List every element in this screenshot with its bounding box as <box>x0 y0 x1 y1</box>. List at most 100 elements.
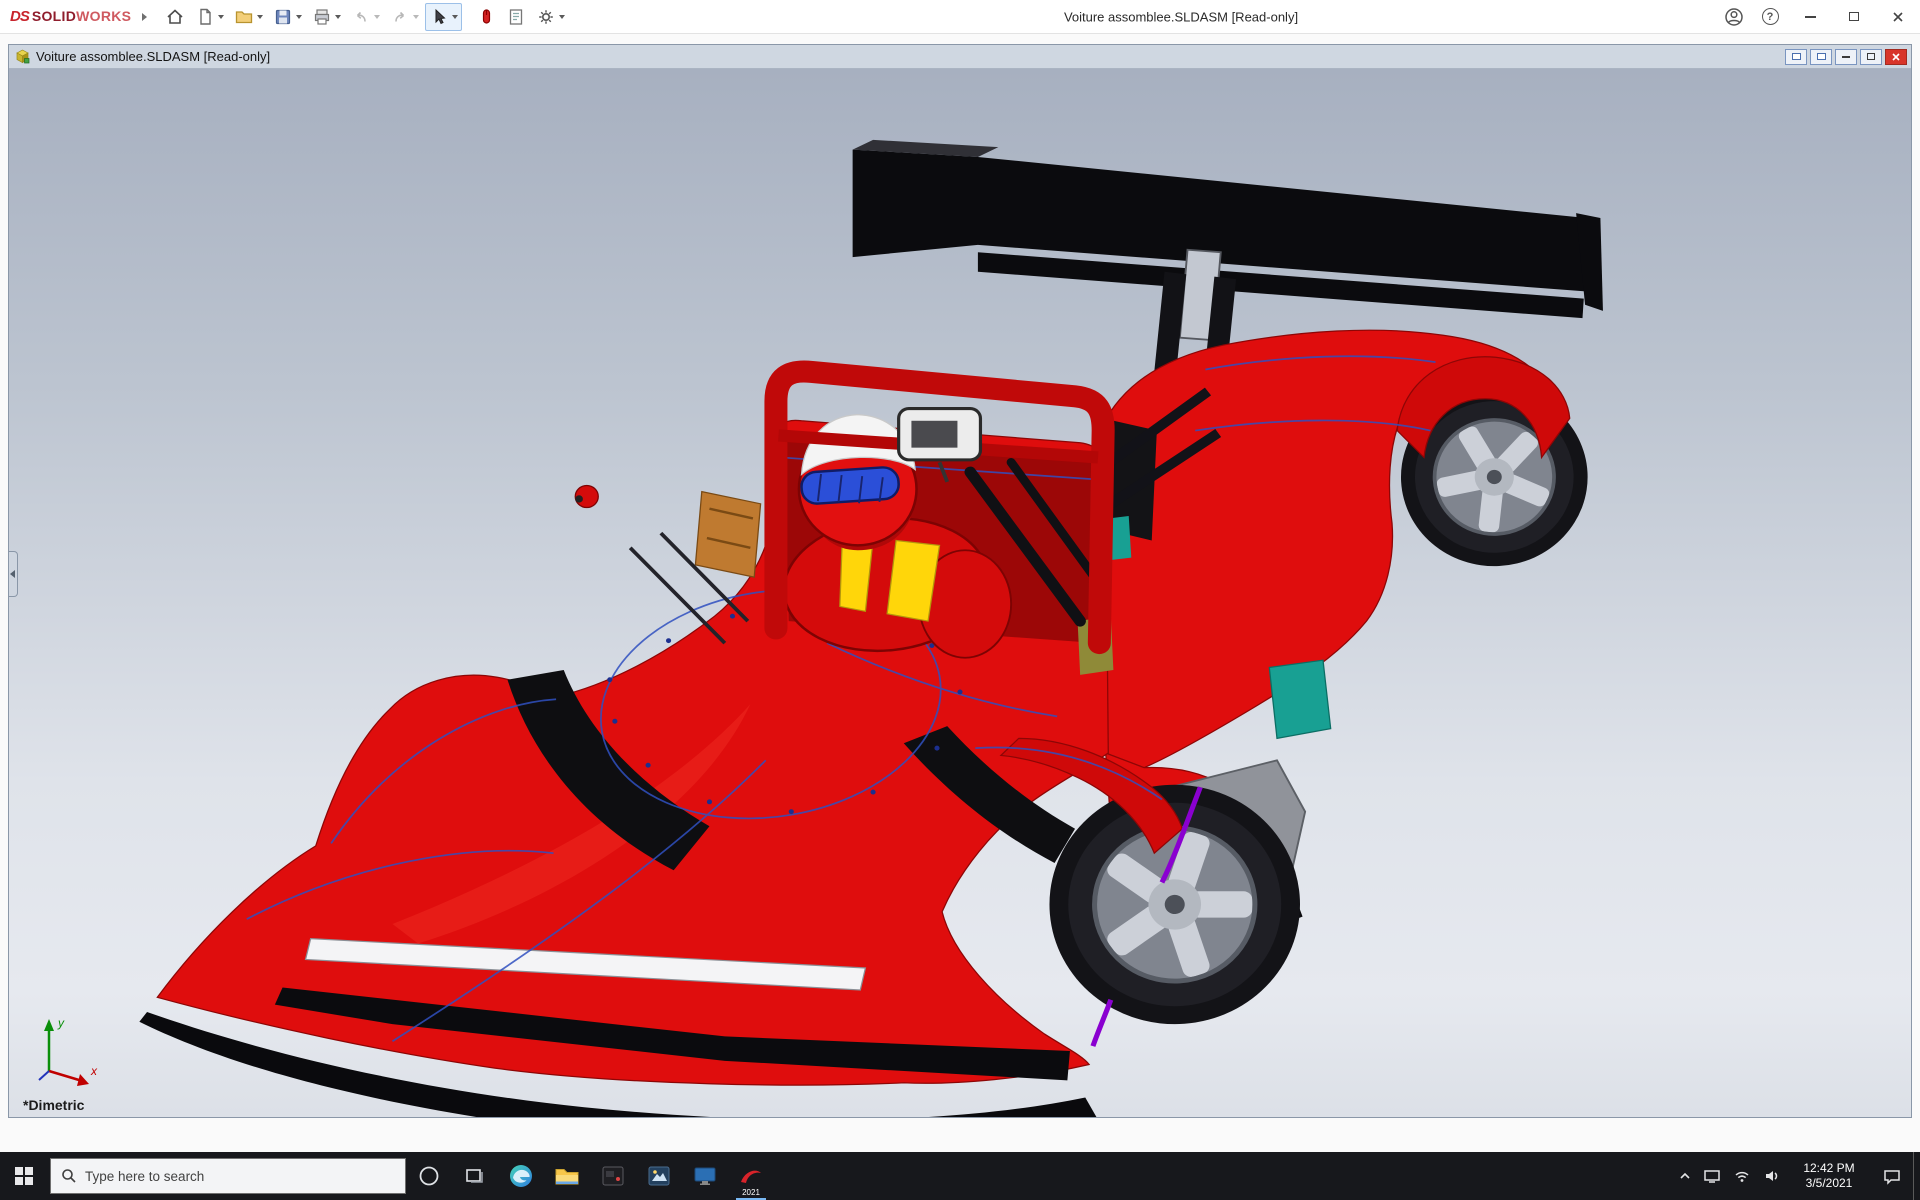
tray-network-button[interactable] <box>1727 1152 1757 1200</box>
minimize-button[interactable] <box>1788 0 1832 34</box>
viewer-app-icon <box>648 1166 670 1186</box>
save-button[interactable] <box>269 3 306 31</box>
redo-button[interactable] <box>386 3 423 31</box>
home-icon <box>167 8 183 24</box>
new-window-icon <box>1816 53 1826 60</box>
quick-access-toolbar <box>161 2 569 31</box>
dropdown-caret-icon[interactable] <box>374 14 381 19</box>
app-icon-media[interactable] <box>590 1152 636 1200</box>
cortana-icon <box>419 1166 439 1186</box>
task-view-button[interactable] <box>452 1152 498 1200</box>
wifi-icon <box>1735 1171 1749 1182</box>
help-icon: ? <box>1761 8 1779 25</box>
search-input[interactable] <box>85 1168 395 1184</box>
doc-minimize-button[interactable] <box>1835 48 1857 65</box>
account-icon <box>1725 7 1743 26</box>
car-3d-model[interactable] <box>9 69 1911 1117</box>
dropdown-caret-icon[interactable] <box>296 14 303 19</box>
help-button[interactable]: ? <box>1752 0 1788 34</box>
x-axis-label: x <box>90 1064 98 1078</box>
show-desktop-button[interactable] <box>1913 1152 1920 1200</box>
redo-icon <box>395 11 405 22</box>
maximize-button[interactable] <box>1832 0 1876 34</box>
radiator-panel <box>694 490 762 578</box>
open-button[interactable] <box>230 3 267 31</box>
brand-works: WORKS <box>76 7 132 24</box>
screen: DS SOLIDWORKS Voiture assomblee.SLDASM [… <box>0 0 1920 1200</box>
viewport-3d[interactable]: y x *Dimetric <box>9 69 1911 1117</box>
maximize-icon <box>1849 12 1859 21</box>
undo-icon <box>357 11 367 22</box>
clock-time: 12:42 PM <box>1803 1161 1855 1175</box>
tray-monitor-button[interactable] <box>1697 1152 1727 1200</box>
view-orientation-label: *Dimetric <box>23 1097 85 1113</box>
app-icon-display[interactable] <box>682 1152 728 1200</box>
z-axis-arrow <box>38 1070 50 1081</box>
document-title: Voiture assomblee.SLDASM [Read-only] <box>36 49 271 64</box>
sidepod-vent <box>1268 659 1332 740</box>
system-tray: 12:42 PM 3/5/2021 <box>1673 1152 1920 1200</box>
notification-icon <box>1884 1169 1900 1185</box>
tray-expand-button[interactable] <box>1673 1152 1697 1200</box>
assembly-document-icon <box>16 49 30 64</box>
close-icon <box>1893 11 1903 22</box>
new-document-icon <box>200 8 211 25</box>
taskbar: 2021 12:42 PM <box>0 1152 1920 1200</box>
search-icon <box>62 1169 76 1183</box>
doc-pane-layout-button[interactable] <box>1785 48 1807 65</box>
select-tool-button[interactable] <box>425 2 463 31</box>
options-button[interactable] <box>532 3 569 31</box>
orientation-triad: y x <box>38 1016 98 1086</box>
task-view-icon <box>466 1169 483 1183</box>
start-button[interactable] <box>0 1152 48 1200</box>
home-button[interactable] <box>161 3 189 31</box>
file-properties-button[interactable] <box>502 3 530 31</box>
dropdown-caret-icon[interactable] <box>559 14 566 19</box>
undo-button[interactable] <box>347 3 384 31</box>
cortana-button[interactable] <box>406 1152 452 1200</box>
windows-logo-icon <box>15 1167 33 1185</box>
doc-close-icon <box>1892 52 1900 61</box>
brand-solid: SOLID <box>31 7 77 24</box>
new-document-button[interactable] <box>191 3 228 31</box>
solidworks-version-badge: 2021 <box>742 1188 760 1197</box>
speaker-icon <box>1766 1171 1778 1181</box>
document-window: Voiture assomblee.SLDASM [Read-only] y x… <box>8 44 1912 1118</box>
mouse-gestures-button[interactable] <box>472 3 500 31</box>
doc-minimize-icon <box>1842 55 1850 58</box>
dropdown-caret-icon[interactable] <box>452 14 459 19</box>
select-cursor-icon <box>435 8 446 24</box>
document-titlebar[interactable]: Voiture assomblee.SLDASM [Read-only] <box>9 45 1911 69</box>
solidworks-logo[interactable]: DS SOLIDWORKS <box>10 7 148 26</box>
featuremanager-collapse-tab[interactable] <box>9 551 18 598</box>
doc-close-button[interactable] <box>1885 48 1907 65</box>
brand-expand-icon[interactable] <box>142 12 148 21</box>
display-app-icon <box>694 1167 716 1185</box>
dropdown-caret-icon[interactable] <box>413 14 420 19</box>
app-title: Voiture assomblee.SLDASM [Read-only] <box>1063 9 1299 24</box>
app-icon-solidworks[interactable]: 2021 <box>728 1152 774 1200</box>
solidworks-app-icon <box>741 1170 761 1183</box>
dropdown-caret-icon[interactable] <box>335 14 342 19</box>
print-button[interactable] <box>308 3 345 31</box>
gear-icon <box>539 9 554 24</box>
dropdown-caret-icon[interactable] <box>257 14 264 19</box>
taskbar-clock[interactable]: 12:42 PM 3/5/2021 <box>1787 1152 1871 1200</box>
notification-center-button[interactable] <box>1871 1152 1913 1200</box>
close-button[interactable] <box>1876 0 1920 34</box>
doc-new-window-button[interactable] <box>1810 48 1832 65</box>
app-icon-viewer[interactable] <box>636 1152 682 1200</box>
app-icon-edge[interactable] <box>498 1152 544 1200</box>
doc-restore-button[interactable] <box>1860 48 1882 65</box>
y-axis-label: y <box>57 1016 65 1030</box>
app-titlebar: DS SOLIDWORKS Voiture assomblee.SLDASM [… <box>0 0 1920 34</box>
x-axis-arrow <box>77 1074 89 1086</box>
monitor-icon <box>1704 1170 1720 1183</box>
properties-document-icon <box>510 8 523 25</box>
taskbar-search[interactable] <box>50 1158 406 1194</box>
dropdown-caret-icon[interactable] <box>218 14 225 19</box>
app-icon-file-explorer[interactable] <box>544 1152 590 1200</box>
tray-volume-button[interactable] <box>1757 1152 1787 1200</box>
y-axis-arrow <box>44 1019 54 1031</box>
account-button[interactable] <box>1716 0 1752 34</box>
